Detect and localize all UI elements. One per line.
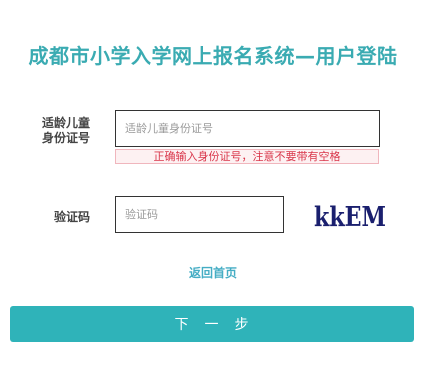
id-number-label: 适龄儿童 身份证号 xyxy=(30,116,102,146)
back-home-link[interactable]: 返回首页 xyxy=(0,264,426,281)
next-step-button[interactable]: 下 一 步 xyxy=(10,306,414,342)
id-number-hint: 正确输入身份证号，注意不要带有空格 xyxy=(115,149,379,164)
id-number-label-line2: 身份证号 xyxy=(41,131,90,145)
captcha-label: 验证码 xyxy=(53,210,90,224)
captcha-input[interactable] xyxy=(115,196,284,233)
captcha-image[interactable]: kkEM xyxy=(312,200,390,232)
login-page: 成都市小学入学网上报名系统—用户登陆 适龄儿童 身份证号 正确输入身份证号，注意… xyxy=(0,0,426,376)
page-title: 成都市小学入学网上报名系统—用户登陆 xyxy=(28,44,398,68)
id-number-input[interactable] xyxy=(115,110,380,147)
captcha-text: kkEM xyxy=(314,202,386,232)
id-number-label-line1: 适龄儿童 xyxy=(41,116,90,130)
